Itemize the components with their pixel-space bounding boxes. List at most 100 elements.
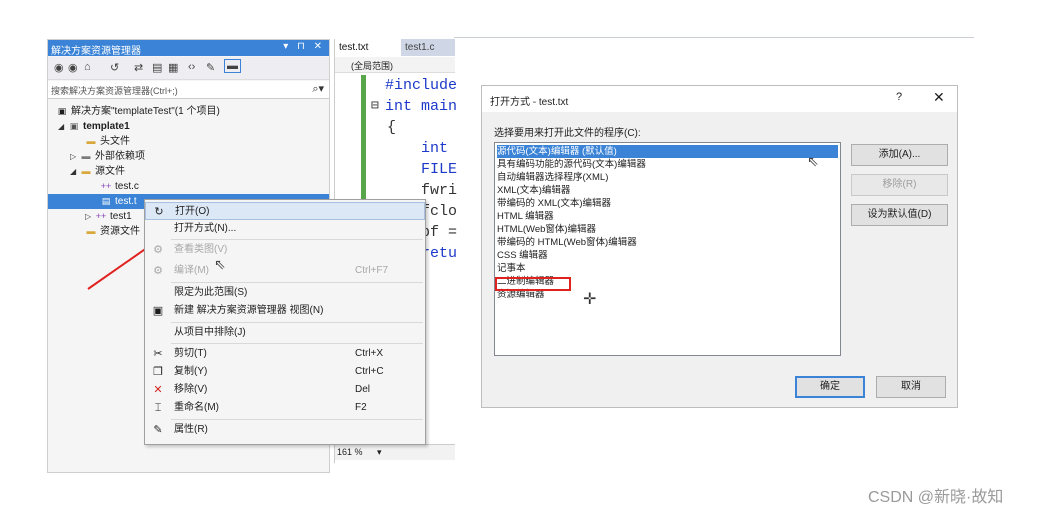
set-default-button[interactable]: 设为默认值(D) [851,204,948,226]
menu-item-exclude[interactable]: 从项目中排除(J) [145,324,425,342]
add-button[interactable]: 添加(A)... [851,144,948,166]
solution-explorer-title: 解决方案资源管理器 [51,46,141,57]
code-line: int main [385,98,458,115]
properties-icon[interactable]: ✎ [206,61,215,74]
list-item[interactable]: HTML 编辑器 [497,210,838,223]
cpp-file-icon: ++ [100,181,112,191]
tree-item-project[interactable]: ◢ ▣ template1 [58,119,130,134]
menu-separator [171,419,423,420]
list-item[interactable]: 具有编码功能的源代码(文本)编辑器 [497,158,838,171]
tree-item-test-txt[interactable]: ▤ test.t [100,194,137,209]
list-item[interactable]: 自动编辑器选择程序(XML) [497,171,838,184]
tab-test1-c[interactable]: test1.c [401,39,455,56]
program-list[interactable]: 源代码(文本)编辑器 (默认值) 具有编码功能的源代码(文本)编辑器 自动编辑器… [494,142,841,356]
annotation-highlight-box [495,277,571,291]
menu-item-remove[interactable]: ✕ 移除(V) Del [145,381,425,399]
code-view-icon[interactable]: ‹› [188,61,195,73]
expand-arrow-icon[interactable]: ◢ [58,119,68,134]
collapse-icon[interactable]: ▤ [152,61,162,74]
cancel-button[interactable]: 取消 [876,376,946,398]
code-line: { [387,119,397,136]
menu-item-open-with[interactable]: 打开方式(N)... [145,220,425,238]
solution-explorer-titlebar: 解决方案资源管理器 ▾ ⊓ ✕ [48,40,329,57]
scope-label: (全局范围) [351,61,393,71]
search-icon[interactable]: ⌕▾ [312,82,324,96]
mouse-cursor-icon: ⇖ [807,153,819,169]
project-icon: ▣ [69,121,79,131]
list-item[interactable]: 带编码的 HTML(Web窗体)编辑器 [497,236,838,249]
text-file-icon: ▤ [101,196,111,206]
code-line: fclo [421,203,458,220]
menu-item-compile[interactable]: ⚙ 编译(M) Ctrl+F7 [145,262,425,280]
list-item[interactable]: CSS 编辑器 [497,249,838,262]
menu-item-copy[interactable]: ❐ 复制(Y) Ctrl+C [145,363,425,381]
tree-item-external-deps[interactable]: ▷ ▬ 外部依赖项 [70,149,145,164]
remove-button[interactable]: 移除(R) [851,174,948,196]
list-item[interactable]: 源代码(文本)编辑器 (默认值) [497,145,838,158]
sync-icon[interactable]: ⇄ [134,61,143,74]
solution-search-box[interactable]: 搜索解决方案资源管理器(Ctrl+;) ⌕▾ [48,81,329,99]
menu-item-new-view[interactable]: ▣ 新建 解决方案资源管理器 视图(N) [145,302,425,320]
open-icon: ↻ [154,206,164,218]
delete-icon: ✕ [153,384,163,396]
menu-item-properties[interactable]: ✎ 属性(R) [145,421,425,439]
mouse-cursor-icon: ⇖ [214,256,226,272]
code-line: fwri [421,182,458,199]
compile-icon: ⚙ [153,265,163,277]
code-line: int [421,140,449,157]
home-icon[interactable]: ⌂ [84,61,91,73]
dialog-titlebar: 打开方式 - test.txt ? ✕ [482,86,957,112]
back-icon[interactable]: ◉ [54,61,64,74]
close-icon[interactable]: ✕ [933,89,945,106]
expand-arrow-icon[interactable]: ◢ [70,164,80,179]
context-menu: ↻ 打开(O) 打开方式(N)... ⚙ 查看类图(V) ⚙ 编译(M) Ctrl+F7… [144,199,426,445]
menu-separator [171,239,423,240]
code-line: FILE [421,161,458,178]
menu-item-scope-to-this[interactable]: 限定为此范围(S) [145,284,425,302]
tree-item-test-c[interactable]: ++ test.c [100,179,139,194]
program-list-label: 选择要用来打开此文件的程序(C): [494,128,641,139]
menu-item-open[interactable]: ↻ 打开(O) [145,202,425,220]
list-item[interactable]: 带编码的 XML(文本)编辑器 [497,197,838,210]
preview-icon[interactable]: ▬ [224,59,241,73]
panel-window-buttons[interactable]: ▾ ⊓ ✕ [283,41,325,52]
tree-item-solution[interactable]: ▣ 解决方案"templateTest"(1 个项目) [56,104,220,119]
zoom-dropdown[interactable]: 161 % ▾ [335,444,455,460]
tree-item-headers[interactable]: ▬ 头文件 [85,134,131,149]
crosshair-cursor-icon: ✛ [583,291,597,308]
tree-item-sources[interactable]: ◢ ▬ 源文件 [70,164,125,179]
help-button[interactable]: ? [896,91,902,103]
collapse-icon[interactable]: ⊟ [371,98,379,113]
chevron-down-icon: ▾ [377,447,382,457]
watermark: CSDN @新晓·故知 [868,489,1004,506]
open-with-dialog: 打开方式 - test.txt ? ✕ 选择要用来打开此文件的程序(C): 源代… [481,85,958,408]
menu-item-rename[interactable]: ⌶ 重命名(M) F2 [145,399,425,417]
scope-dropdown[interactable]: (全局范围) [335,57,455,73]
folder-icon: ▬ [86,136,96,146]
zoom-level: 161 % [337,447,363,457]
window-divider [454,37,974,38]
menu-item-cut[interactable]: ✂ 剪切(T) Ctrl+X [145,345,425,363]
scissors-icon: ✂ [153,348,163,360]
search-placeholder: 搜索解决方案资源管理器(Ctrl+;) [51,86,178,96]
history-icon[interactable]: ↺ [110,61,119,74]
menu-separator [171,282,423,283]
list-item[interactable]: 记事本 [497,262,838,275]
folder-icon: ▬ [81,151,91,161]
solution-explorer-toolbar: ◉ ◉ ⌂ ↺ ⇄ ▤ ▦ ‹› ✎ ▬ [48,57,329,80]
expand-arrow-icon[interactable]: ▷ [70,149,80,164]
folder-icon: ▬ [81,166,91,176]
menu-item-view-class-diagram[interactable]: ⚙ 查看类图(V) [145,241,425,259]
tab-test-txt[interactable]: test.txt [335,39,405,56]
ok-button[interactable]: 确定 [795,376,865,398]
list-item[interactable]: HTML(Web窗体)编辑器 [497,223,838,236]
menu-separator [171,343,423,344]
editor-tabs: test.txt test1.c [335,39,455,56]
solution-icon: ▣ [57,106,67,116]
forward-icon[interactable]: ◉ [68,61,78,74]
class-diagram-icon: ⚙ [153,244,163,256]
show-files-icon[interactable]: ▦ [168,61,178,74]
menu-separator [171,322,423,323]
list-item[interactable]: XML(文本)编辑器 [497,184,838,197]
new-view-icon: ▣ [152,305,164,317]
